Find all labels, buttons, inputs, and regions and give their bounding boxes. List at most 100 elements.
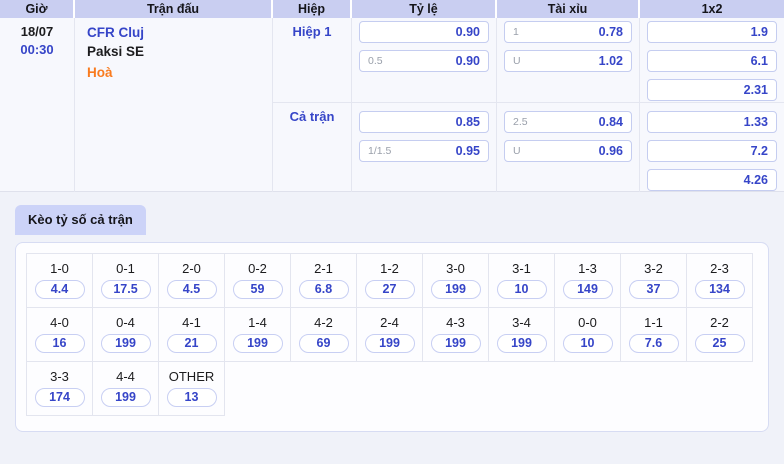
over-under-line: U [513, 145, 521, 157]
1x2-odds-button[interactable]: 7.2 [647, 140, 777, 162]
1x2-odds-button[interactable]: 1.33 [647, 111, 777, 133]
header-half: Hiệp [273, 0, 352, 18]
1x2-value: 7.2 [750, 144, 768, 158]
handicap-line: 0.5 [368, 55, 383, 67]
score-label: 2-4 [380, 315, 399, 330]
score-cell: 1-0 4.4 [27, 254, 93, 308]
score-odds-button[interactable]: 199 [100, 388, 151, 407]
full-match-block: Cả trận [273, 103, 351, 126]
score-cell: 1-3 149 [555, 254, 621, 308]
score-odds-button[interactable]: 25 [694, 334, 745, 353]
half-1-block: Hiệp 1 [273, 18, 351, 103]
score-odds-button[interactable]: 199 [100, 334, 151, 353]
header-time: Giờ [0, 0, 75, 18]
score-label: 1-4 [248, 315, 267, 330]
score-odds-button[interactable]: 13 [166, 388, 217, 407]
odds-table: Giờ Trận đấu Hiệp Tỷ lệ Tài xỉu 1x2 18/0… [0, 0, 784, 192]
over-under-line: 1 [513, 26, 519, 38]
score-cell: 4-1 21 [159, 308, 225, 362]
half-1-label: Hiệp 1 [292, 24, 332, 39]
score-odds-button[interactable]: 10 [562, 334, 613, 353]
score-odds-button[interactable]: 4.5 [166, 280, 217, 299]
1x2-odds-button[interactable]: 2.31 [647, 79, 777, 101]
score-odds-button[interactable]: 27 [364, 280, 415, 299]
score-label: 1-0 [50, 261, 69, 276]
score-odds-button[interactable]: 6.8 [298, 280, 349, 299]
handicap-odds-button[interactable]: 0.85 [359, 111, 489, 133]
score-cell: 0-1 17.5 [93, 254, 159, 308]
score-odds-button[interactable]: 149 [562, 280, 613, 299]
over-under-odds-button[interactable]: 1 0.78 [504, 21, 632, 43]
score-cell: 4-3 199 [423, 308, 489, 362]
score-odds-button[interactable]: 59 [232, 280, 283, 299]
1x2-value: 4.26 [743, 173, 768, 187]
header-1x2: 1x2 [701, 2, 723, 16]
over-under-odds-button[interactable]: U 0.96 [504, 140, 632, 162]
score-odds-button[interactable]: 69 [298, 334, 349, 353]
over-under-value: 0.84 [598, 115, 623, 129]
handicap-value: 0.95 [455, 144, 480, 158]
score-odds-button[interactable]: 199 [364, 334, 415, 353]
handicap-odds-button[interactable]: 0.90 [359, 21, 489, 43]
score-odds-button[interactable]: 199 [430, 334, 481, 353]
score-label: 4-4 [116, 369, 135, 384]
score-odds-button[interactable]: 199 [232, 334, 283, 353]
tab-correct-score[interactable]: Kèo tỷ số cả trận [15, 205, 146, 235]
score-label: 3-3 [50, 369, 69, 384]
score-label: 4-3 [446, 315, 465, 330]
score-odds-button[interactable]: 21 [166, 334, 217, 353]
1x2-odds-button[interactable]: 6.1 [647, 50, 777, 72]
score-label: 3-2 [644, 261, 663, 276]
score-label: 0-2 [248, 261, 267, 276]
score-cell: 1-1 7.6 [621, 308, 687, 362]
score-odds-button[interactable]: 10 [496, 280, 547, 299]
score-odds-button[interactable]: 37 [628, 280, 679, 299]
score-odds-button[interactable]: 199 [430, 280, 481, 299]
handicap-cell: 0.90 0.5 0.90 0.85 1/1.5 0.95 [352, 18, 497, 192]
1x2-fulltime: 1.33 7.2 4.26 [640, 103, 784, 191]
handicap-value: 0.85 [455, 115, 480, 129]
home-team-link[interactable]: CFR Cluj [87, 23, 272, 42]
score-odds-button[interactable]: 7.6 [628, 334, 679, 353]
score-odds-button[interactable]: 174 [34, 388, 85, 407]
time-cell: 18/07 00:30 [0, 18, 75, 192]
score-odds-button[interactable]: 134 [694, 280, 745, 299]
score-cell: 4-0 16 [27, 308, 93, 362]
score-cell: 2-2 25 [687, 308, 753, 362]
over-under-value: 0.78 [598, 25, 623, 39]
score-label: 1-1 [644, 315, 663, 330]
over-under-odds-button[interactable]: U 1.02 [504, 50, 632, 72]
handicap-odds-button[interactable]: 0.5 0.90 [359, 50, 489, 72]
score-cell: 1-4 199 [225, 308, 291, 362]
score-label: 0-4 [116, 315, 135, 330]
correct-score-panel: 1-0 4.4 0-1 17.5 2-0 4.5 0-2 59 2-1 6.8 … [15, 242, 769, 432]
handicap-line: 1/1.5 [368, 145, 392, 157]
score-label: 4-2 [314, 315, 333, 330]
score-label: 2-0 [182, 261, 201, 276]
score-cell: 0-0 10 [555, 308, 621, 362]
score-label: 1-3 [578, 261, 597, 276]
handicap-half1: 0.90 0.5 0.90 [352, 18, 496, 103]
1x2-odds-button[interactable]: 1.9 [647, 21, 777, 43]
over-under-line: U [513, 55, 521, 67]
score-cell: 3-0 199 [423, 254, 489, 308]
score-cell: 1-2 27 [357, 254, 423, 308]
half-cell: Hiệp 1 Cả trận [273, 18, 352, 192]
score-label: OTHER [168, 369, 215, 384]
1x2-cell: 1.9 6.1 2.31 1.33 7.2 4.26 [640, 18, 784, 192]
score-cell: 0-4 199 [93, 308, 159, 362]
score-odds-button[interactable]: 16 [34, 334, 85, 353]
score-odds-button[interactable]: 17.5 [100, 280, 151, 299]
score-odds-button[interactable]: 4.4 [34, 280, 85, 299]
over-under-value: 0.96 [598, 144, 623, 158]
score-cell: 2-0 4.5 [159, 254, 225, 308]
1x2-value: 1.9 [750, 25, 768, 39]
score-grid: 1-0 4.4 0-1 17.5 2-0 4.5 0-2 59 2-1 6.8 … [26, 253, 753, 416]
handicap-odds-button[interactable]: 1/1.5 0.95 [359, 140, 489, 162]
over-under-odds-button[interactable]: 2.5 0.84 [504, 111, 632, 133]
score-cell: 3-2 37 [621, 254, 687, 308]
score-odds-button[interactable]: 199 [496, 334, 547, 353]
1x2-odds-button[interactable]: 4.26 [647, 169, 777, 191]
over-under-cell: 1 0.78 U 1.02 2.5 0.84 U 0.96 [497, 18, 640, 192]
header-match: Trận đấu [75, 0, 273, 18]
